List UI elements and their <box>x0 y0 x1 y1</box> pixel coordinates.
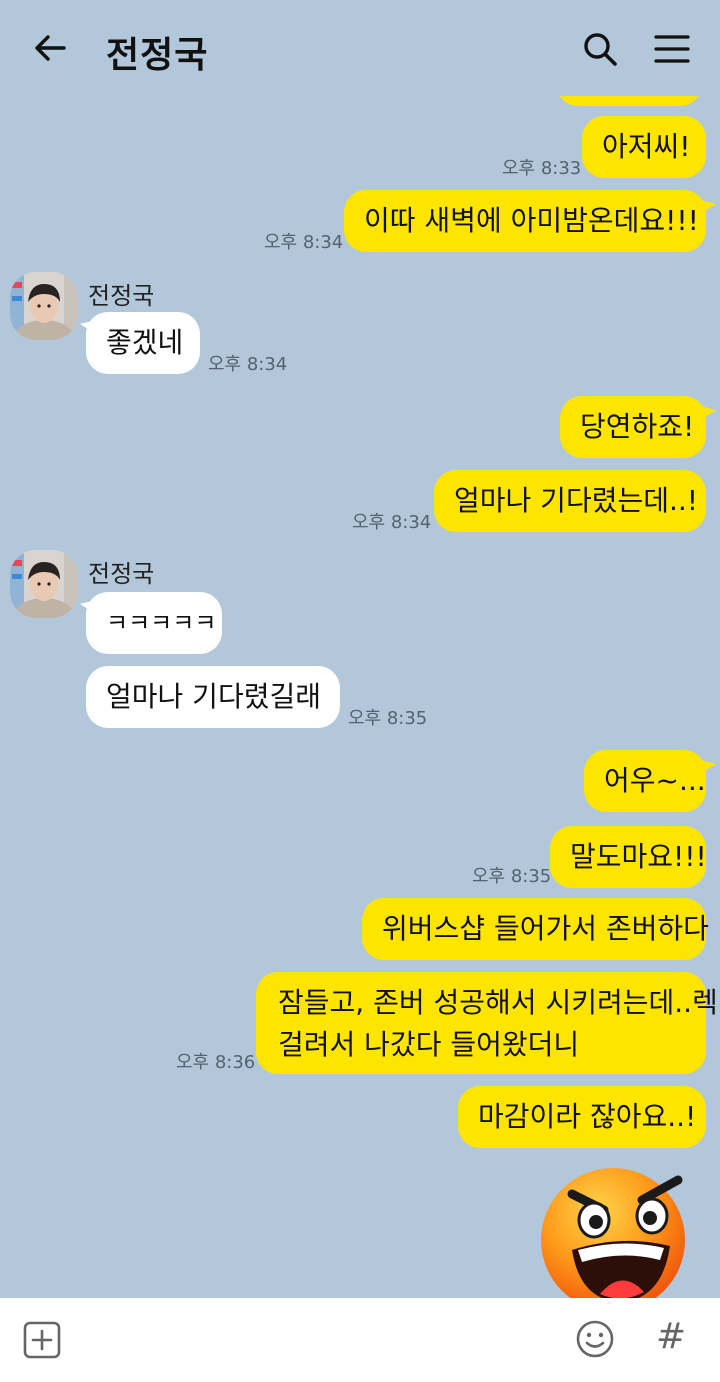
message-line: 걸려서 나갔다 들어왔더니 <box>278 1028 580 1061</box>
my-message-bubble[interactable]: 어우~... <box>584 750 706 812</box>
message-time: 오후 8:34 <box>264 232 344 253</box>
bubble-tail <box>700 200 716 214</box>
their-message-bubble[interactable]: 좋겠네 <box>86 312 200 374</box>
message-time: 오후 8:34 <box>208 354 288 375</box>
message-line: 잠들고, 존버 성공해서 시키려는데..렉 <box>278 986 718 1019</box>
back-arrow-icon[interactable] <box>30 28 70 68</box>
their-message-bubble[interactable]: ㅋㅋㅋㅋㅋ <box>86 592 222 654</box>
message-composer: # <box>0 1298 720 1382</box>
my-message-bubble[interactable]: 이따 새벽에 아미밤온데요!!! <box>344 190 706 252</box>
hamburger-menu-icon[interactable] <box>652 29 692 69</box>
search-icon[interactable] <box>580 29 620 69</box>
message-time: 오후 8:36 <box>176 1052 256 1073</box>
message-time: 오후 8:35 <box>472 866 552 887</box>
my-message-bubble[interactable]: 얼마나 기다렸는데..! <box>434 470 706 532</box>
my-message-bubble[interactable]: 아저씨! <box>582 116 706 178</box>
sender-name: 전정국 <box>88 282 155 310</box>
chat-header: 전정국 <box>0 0 720 96</box>
my-message-bubble[interactable]: 잠들고, 존버 성공해서 시키려는데..렉 걸려서 나갔다 들어왔더니 <box>256 972 718 1074</box>
my-message-bubble[interactable]: 마감이라 잖아요..! <box>458 1086 706 1148</box>
my-message-bubble[interactable]: 당연하죠! <box>560 396 706 458</box>
message-time: 오후 8:35 <box>348 708 428 729</box>
sender-name: 전정국 <box>88 560 155 588</box>
bubble-tail <box>700 760 716 774</box>
contact-avatar[interactable] <box>10 550 78 618</box>
bubble-tail <box>700 406 716 420</box>
message-time: 오후 8:34 <box>352 512 432 533</box>
chat-title: 전정국 <box>106 35 209 76</box>
emoticon-smiley-icon[interactable] <box>574 1318 616 1360</box>
hash-search-icon[interactable]: # <box>656 1316 686 1357</box>
their-message-bubble[interactable]: 얼마나 기다렸길래 <box>86 666 340 728</box>
angry-face-sticker-icon[interactable] <box>538 1158 708 1308</box>
attach-plus-icon[interactable] <box>22 1320 62 1360</box>
my-message-bubble[interactable]: 위버스샵 들어가서 존버하다 <box>362 898 709 960</box>
message-time: 오후 8:33 <box>502 158 582 179</box>
my-message-bubble[interactable]: 말도마요!!! <box>550 826 707 888</box>
contact-avatar[interactable] <box>10 272 78 340</box>
